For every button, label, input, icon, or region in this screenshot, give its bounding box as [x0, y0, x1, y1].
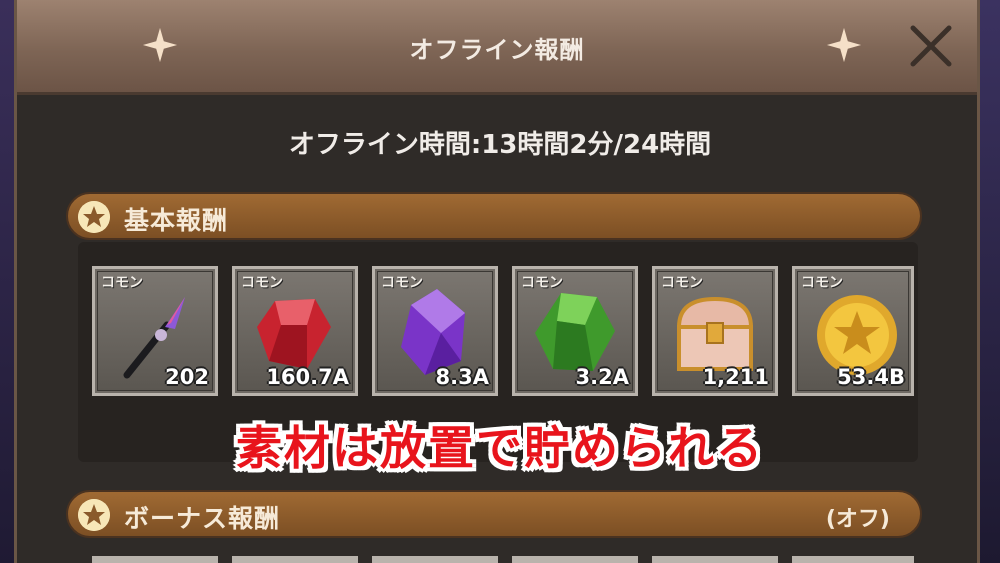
reward-item-green-gem[interactable]: コモン 3.2A [512, 266, 638, 396]
reward-item-gold-coin[interactable]: コモン 53.4B [792, 266, 914, 396]
overlay-caption: 素材は放置で貯められる [236, 421, 764, 475]
rarity-label: コモン [101, 275, 143, 291]
bonus-item-slot [92, 556, 218, 563]
item-count: 160.7A [266, 365, 349, 389]
title-bar: オフライン報酬 [17, 0, 977, 95]
item-count: 8.3A [435, 365, 489, 389]
reward-item-red-gem[interactable]: コモン 160.7A [232, 266, 358, 396]
rarity-label: コモン [241, 275, 283, 291]
bonus-item-slot [372, 556, 498, 563]
close-icon[interactable] [907, 22, 955, 70]
star-icon [78, 499, 110, 531]
bonus-rewards-header: ボーナス報酬 (オフ) [66, 490, 922, 538]
basic-rewards-header: 基本報酬 [66, 192, 922, 240]
star-icon [78, 201, 110, 233]
reward-item-staff[interactable]: コモン 202 [92, 266, 218, 396]
item-count: 1,211 [702, 365, 769, 389]
item-count: 53.4B [837, 365, 905, 389]
bonus-rewards-status: (オフ) [825, 507, 890, 532]
rarity-label: コモン [381, 275, 423, 291]
item-count: 3.2A [575, 365, 629, 389]
rarity-label: コモン [801, 275, 843, 291]
bonus-item-slot [792, 556, 914, 563]
bonus-item-slot [232, 556, 358, 563]
reward-item-purple-crystal[interactable]: コモン 8.3A [372, 266, 498, 396]
basic-rewards-label: 基本報酬 [124, 206, 229, 235]
item-count: 202 [165, 365, 209, 389]
bonus-item-slot [512, 556, 638, 563]
bonus-item-slot [652, 556, 778, 563]
sparkle-right-icon [826, 27, 862, 63]
bonus-rewards-label: ボーナス報酬 [124, 504, 281, 533]
rarity-label: コモン [521, 275, 563, 291]
rarity-label: コモン [661, 275, 703, 291]
offline-time-text: オフライン時間:13時間2分/24時間 [288, 130, 712, 160]
reward-item-treasure-chest[interactable]: コモン 1,211 [652, 266, 778, 396]
